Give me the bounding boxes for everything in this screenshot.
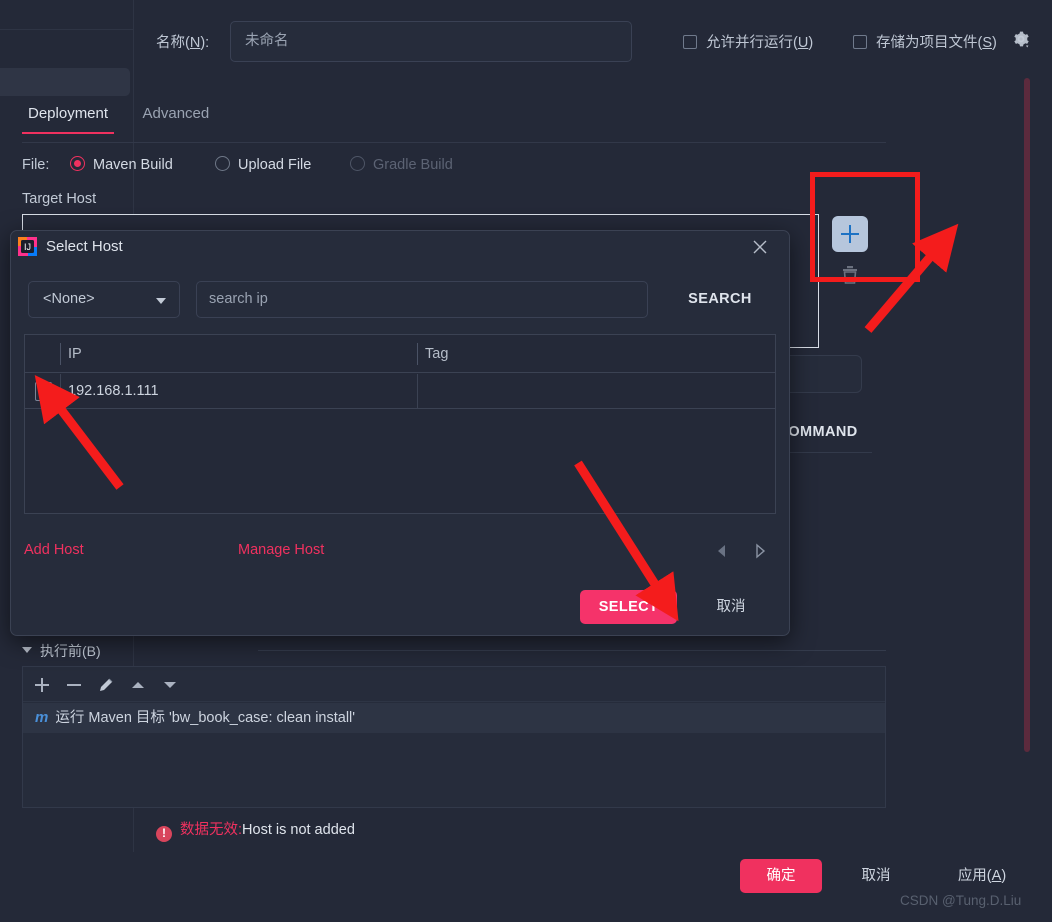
- error-icon: !: [156, 826, 172, 842]
- minus-icon[interactable]: [65, 676, 83, 694]
- before-launch-task-row[interactable]: m 运行 Maven 目标 'bw_book_case: clean instal…: [23, 703, 885, 733]
- radio-maven-build[interactable]: Maven Build: [70, 156, 173, 173]
- intellij-idea-icon: IJ: [18, 237, 37, 256]
- cell-divider: [60, 374, 61, 409]
- host-filter-select[interactable]: <None>: [28, 281, 180, 318]
- before-launch-toolbar: [23, 667, 885, 702]
- before-launch-panel: m 运行 Maven 目标 'bw_book_case: clean instal…: [22, 666, 886, 808]
- sidebar-selected-item[interactable]: [0, 68, 130, 96]
- name-label: 名称(N):: [156, 35, 210, 51]
- chevron-down-icon: [156, 298, 166, 304]
- cancel-button[interactable]: 取消: [840, 859, 912, 893]
- gear-icon[interactable]: [1011, 29, 1031, 49]
- search-button[interactable]: SEARCH: [672, 281, 768, 318]
- column-divider: [60, 343, 61, 365]
- triangle-left-icon[interactable]: [712, 541, 732, 561]
- before-launch-rule: [258, 650, 886, 651]
- name-input[interactable]: 未命名: [230, 21, 632, 62]
- column-divider: [417, 343, 418, 365]
- radio-upload-file-label: Upload File: [238, 157, 312, 173]
- file-label: File:: [22, 157, 50, 173]
- store-as-project-file-checkbox[interactable]: 存储为项目文件(S): [853, 31, 997, 52]
- cell-ip: 192.168.1.111: [68, 383, 159, 399]
- host-filter-value: <None>: [43, 291, 95, 307]
- apply-button[interactable]: 应用(A): [936, 859, 1028, 893]
- add-host-link[interactable]: Add Host: [24, 542, 84, 558]
- tab-bar: Deployment Advanced: [22, 105, 233, 141]
- plus-icon[interactable]: [33, 676, 51, 694]
- dialog-cancel-button[interactable]: 取消: [700, 590, 762, 624]
- row-checkbox[interactable]: [35, 382, 52, 401]
- search-ip-input[interactable]: search ip: [196, 281, 648, 318]
- manage-host-link[interactable]: Manage Host: [238, 542, 324, 558]
- cell-divider: [417, 374, 418, 409]
- checkbox-box: [683, 35, 697, 49]
- error-value: Host is not added: [242, 822, 355, 838]
- vertical-scrollbar[interactable]: [1024, 78, 1030, 752]
- error-key: 数据无效:: [180, 822, 243, 838]
- close-icon[interactable]: [750, 237, 770, 257]
- radio-maven-build-label: Maven Build: [93, 157, 173, 173]
- tab-deployment[interactable]: Deployment: [22, 105, 115, 134]
- checkbox-box: [853, 35, 867, 49]
- column-header-ip: IP: [68, 346, 82, 362]
- tab-underline: [22, 142, 886, 143]
- select-button[interactable]: SELECT: [580, 590, 677, 624]
- arrow-down-icon[interactable]: [161, 676, 179, 694]
- arrow-up-icon[interactable]: [129, 676, 147, 694]
- tab-advanced[interactable]: Advanced: [137, 105, 216, 132]
- host-table: IP Tag 192.168.1.111: [24, 334, 776, 514]
- radio-upload-file[interactable]: Upload File: [215, 156, 311, 173]
- chevron-down-icon[interactable]: [22, 647, 32, 653]
- radio-gradle-build-label: Gradle Build: [373, 157, 453, 173]
- table-header-row: IP Tag: [25, 335, 775, 373]
- error-message: ! 数据无效:Host is not added: [156, 818, 355, 842]
- allow-parallel-run-checkbox[interactable]: 允许并行运行(U): [683, 31, 813, 52]
- svg-text:IJ: IJ: [24, 242, 31, 252]
- allow-parallel-run-label: 允许并行运行(U): [706, 35, 814, 51]
- watermark: CSDN @Tung.D.Liu: [900, 893, 1022, 908]
- dialog-title: Select Host: [46, 238, 123, 255]
- table-row[interactable]: 192.168.1.111: [25, 374, 775, 409]
- triangle-right-icon[interactable]: [750, 541, 770, 561]
- pencil-icon[interactable]: [97, 676, 115, 694]
- before-launch-header: 执行前(B): [40, 643, 101, 659]
- target-host-label: Target Host: [22, 191, 97, 207]
- sidebar-divider: [0, 29, 134, 30]
- annotation-highlight-box: [810, 172, 920, 282]
- run-configuration-window: 名称(N): 未命名 允许并行运行(U) 存储为项目文件(S) Deployme…: [0, 0, 1052, 922]
- column-header-tag: Tag: [425, 346, 449, 362]
- radio-gradle-build: Gradle Build: [350, 156, 453, 173]
- radio-dot: [350, 156, 365, 171]
- ok-button[interactable]: 确定: [740, 859, 822, 893]
- radio-dot: [215, 156, 230, 171]
- maven-icon: m: [35, 709, 49, 726]
- radio-dot: [70, 156, 85, 171]
- before-launch-task-text: 运行 Maven 目标 'bw_book_case: clean install…: [55, 710, 356, 726]
- store-as-project-file-label: 存储为项目文件(S): [876, 35, 997, 51]
